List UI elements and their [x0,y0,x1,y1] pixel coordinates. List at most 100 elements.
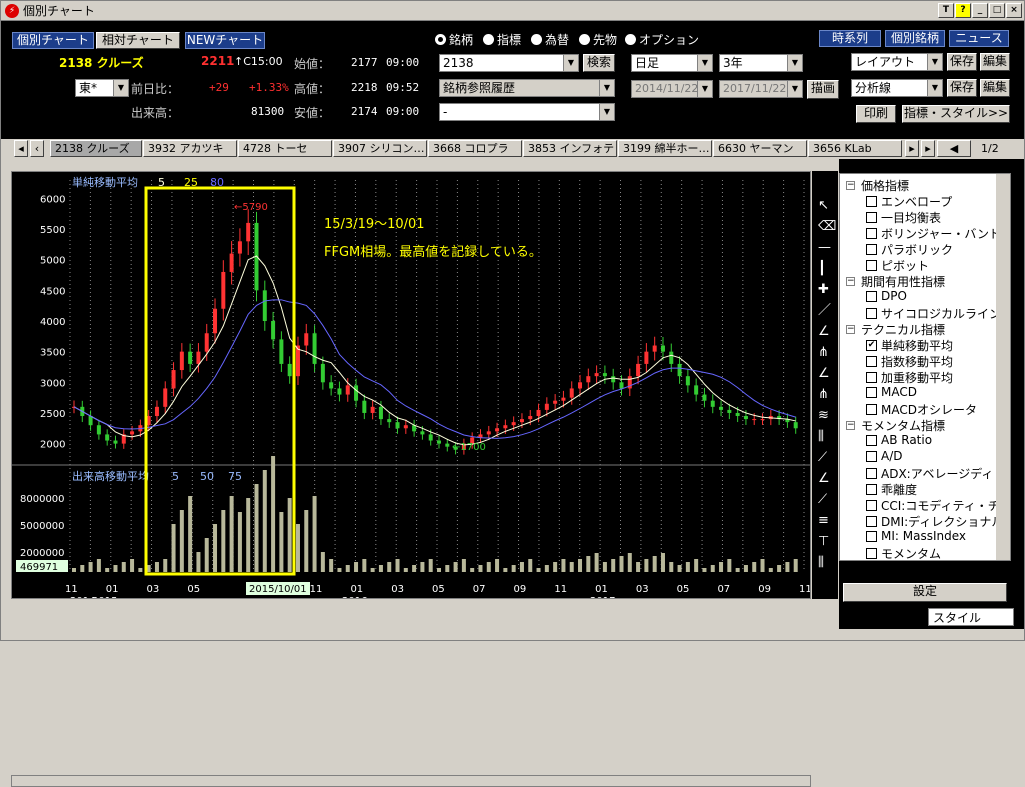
tab-issue[interactable]: 3907 シリコン… [333,140,427,157]
checkbox[interactable] [866,468,877,479]
draw-tool-icon[interactable]: ∠ [818,324,830,339]
checkbox[interactable] [866,404,877,415]
checkbox[interactable] [866,372,877,383]
indicator-item[interactable]: ✔ 単純移動平均 [866,337,953,354]
nav-relative-chart[interactable]: 相対チャート [96,32,180,49]
indicator-item[interactable]: 加重移動平均 [866,369,953,386]
radio-futures[interactable]: 先物 [579,31,617,48]
radio-index[interactable]: 指標 [483,31,521,48]
draw-tool-icon[interactable]: ≋ [818,408,829,423]
indicator-item[interactable]: CCI:コモディティ・チャ [866,497,1012,514]
tab-prev-icon[interactable]: ‹ [30,140,44,157]
checkbox[interactable] [866,450,877,462]
collapse-icon[interactable]: − [846,277,855,286]
indicator-item[interactable]: エンベロープ [866,193,952,210]
to-date[interactable]: 2017/11/22 ▼ [719,80,803,98]
history-select[interactable]: 銘柄参照履歴 ▼ [439,79,615,97]
draw-tool-icon[interactable]: — [818,240,831,255]
indicator-item[interactable]: ADX:アベレージディレ [866,465,1005,482]
tab-issue[interactable]: 3656 KLab [808,140,902,157]
draw-tool-icon[interactable]: ／ [818,303,831,318]
indicator-item[interactable]: DMI:ディレクショナル [866,513,1003,530]
tab-last-icon[interactable]: ▸ [921,140,935,157]
checkbox[interactable] [866,530,877,542]
indicator-item[interactable]: サイコロジカルライン [866,305,1001,322]
maximize-button[interactable]: □ [989,3,1005,18]
edit-layout-button[interactable]: 編集 [980,53,1010,71]
market-select[interactable]: 東* ▼ [75,79,129,97]
indicator-item[interactable]: MACDオシレータ [866,401,977,418]
tab-issue[interactable]: 3853 インフォテリ [523,140,617,157]
checkbox[interactable]: ✔ [866,340,877,351]
collapse-icon[interactable]: − [846,181,855,190]
draw-tool-icon[interactable]: ⌫ [817,219,836,234]
draw-tool-icon[interactable]: ⊤ [818,534,829,549]
draw-button[interactable]: 描画 [807,80,839,99]
topmost-button[interactable]: T [938,3,954,18]
draw-tool-icon[interactable]: ┃ [818,259,826,276]
search-button[interactable]: 検索 [583,54,615,72]
checkbox[interactable] [866,228,877,239]
indicator-group[interactable]: − 価格指標 [846,177,909,194]
chart-plot[interactable]: 6000 5500 5000 4500 4000 3500 3000 2500 2000 8000… [11,171,812,607]
indicator-item[interactable]: DPO [866,289,907,303]
indicator-item[interactable]: ボリンジャー・バンド [866,225,1001,242]
indicator-item[interactable]: 指数移動平均 [866,353,953,370]
save-analysis-button[interactable]: 保存 [947,79,977,97]
indicator-group[interactable]: − モメンタム指標 [846,417,945,434]
indicator-group[interactable]: − テクニカル指標 [846,321,945,338]
checkbox[interactable] [866,386,877,398]
tab-issue[interactable]: 3199 綿半ホー… [618,140,712,157]
draw-tool-icon[interactable]: ∠ [818,366,830,381]
tab-issue[interactable]: 4728 トーセ [238,140,332,157]
indicator-item[interactable]: パラボリック [866,241,953,258]
save-layout-button[interactable]: 保存 [947,53,977,71]
tab-back-icon[interactable]: ◀ [937,140,971,157]
collapse-icon[interactable]: − [846,325,855,334]
checkbox[interactable] [866,548,877,559]
timeseries-button[interactable]: 時系列 [819,30,881,47]
nav-new-chart[interactable]: NEWチャート [185,32,265,49]
tab-first-icon[interactable]: ◂ [14,140,28,157]
checkbox[interactable] [866,308,877,319]
collapse-icon[interactable]: − [846,421,855,430]
indicator-style-button[interactable]: 指標・スタイル>> [902,105,1010,123]
indicator-item[interactable]: 乖離度 [866,481,917,498]
indicator-item[interactable]: A/D [866,449,903,463]
analysis-select[interactable]: 分析線 ▼ [851,79,943,97]
draw-tool-icon[interactable]: ⋔ [818,345,829,360]
checkbox[interactable] [866,434,877,446]
panel-scrollbar[interactable] [996,174,1010,560]
checkbox[interactable] [866,516,877,527]
tab-issue[interactable]: 3668 コロプラ [428,140,522,157]
radio-options[interactable]: オプション [625,31,699,48]
layout-select[interactable]: レイアウト ▼ [851,53,943,71]
checkbox[interactable] [866,484,877,495]
news-button[interactable]: ニュース [949,30,1009,47]
draw-tool-icon[interactable]: ⋔ [818,387,829,402]
indicator-item[interactable]: モメンタム [866,545,941,562]
from-date[interactable]: 2014/11/22 ▼ [631,80,713,98]
panel-tab-indicator[interactable]: 指標 [846,612,870,629]
indicator-item[interactable]: ピボット [866,257,929,274]
indicator-item[interactable]: 一目均衡表 [866,209,941,226]
tab-issue[interactable]: 2138 クルーズ [50,140,142,157]
tab-next-icon[interactable]: ▸ [905,140,919,157]
indicator-group[interactable]: − 期間有用性指標 [846,273,945,290]
issue-detail-button[interactable]: 個別銘柄 [885,30,945,47]
checkbox[interactable] [866,196,877,207]
settings-button[interactable]: 設定 [843,583,1007,602]
indicator-item[interactable]: MACD [866,385,917,399]
indicator-item[interactable]: MI: MassIndex [866,529,966,543]
period-unit-select[interactable]: 日足 ▼ [631,54,713,72]
draw-tool-icon[interactable]: ⫼ [818,429,824,444]
checkbox[interactable] [866,244,877,255]
horizontal-scrollbar[interactable] [11,775,811,787]
draw-tool-icon[interactable]: ↖ [818,198,829,213]
indicator-item[interactable]: AB Ratio [866,433,932,447]
draw-tool-icon[interactable]: ✚ [818,282,829,297]
checkbox[interactable] [866,500,877,511]
tab-issue[interactable]: 3932 アカツキ [143,140,237,157]
help-button[interactable]: ? [955,3,971,18]
radio-fx[interactable]: 為替 [531,31,569,48]
